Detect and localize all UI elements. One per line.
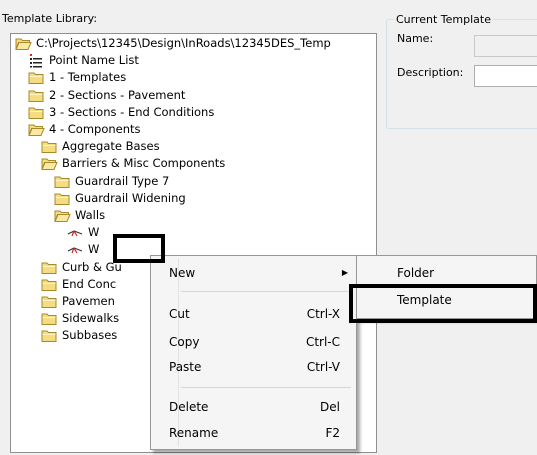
- template-icon: [66, 242, 84, 257]
- menu-item-copy-label: Copy: [169, 335, 200, 349]
- template-library-label: Template Library:: [2, 12, 98, 25]
- folder-icon: [27, 88, 45, 103]
- tree-item-label: Barriers & Misc Components: [62, 156, 226, 171]
- submenu-arrow-icon: ▶: [341, 268, 348, 277]
- folder-icon: [53, 174, 71, 189]
- tree-item[interactable]: Guardrail Type 7: [53, 173, 376, 190]
- menu-item-delete-shortcut: Del: [320, 400, 340, 414]
- tree-item[interactable]: 2 - Sections - Pavement: [27, 87, 367, 104]
- description-label: Description:: [397, 66, 464, 79]
- menu-item-cut-shortcut: Ctrl-X: [306, 307, 340, 321]
- menu-separator: [181, 291, 351, 292]
- menu-item-cut[interactable]: Cut Ctrl-X: [153, 301, 354, 327]
- tree-item-label: 1 - Templates: [49, 70, 127, 85]
- folder-icon: [53, 191, 71, 206]
- menu-item-paste-label: Paste: [169, 360, 202, 374]
- tree-item[interactable]: 3 - Sections - End Conditions: [27, 104, 367, 121]
- name-label: Name:: [397, 32, 434, 45]
- folder-icon: [27, 70, 45, 85]
- tree-item[interactable]: Walls: [53, 207, 376, 224]
- menu-item-paste[interactable]: Paste Ctrl-V: [153, 354, 354, 380]
- menu-item-delete[interactable]: Delete Del: [153, 394, 354, 420]
- tree-item-label: Subbases: [62, 328, 118, 343]
- folder-icon: [40, 311, 58, 326]
- menu-item-copy[interactable]: Copy Ctrl-C: [153, 329, 354, 355]
- folder-icon: [40, 260, 58, 275]
- name-field[interactable]: [474, 35, 537, 57]
- menu-item-rename[interactable]: Rename F2: [153, 420, 354, 446]
- tree-item[interactable]: Guardrail Widening: [53, 190, 376, 207]
- tree-item-label: 4 - Components: [49, 122, 141, 136]
- tree-item-label: Walls: [75, 208, 106, 222]
- menu-item-rename-shortcut: F2: [325, 426, 340, 440]
- tree-item[interactable]: Aggregate Bases: [40, 138, 376, 155]
- folder-icon: [40, 328, 58, 343]
- template-icon: [66, 225, 84, 240]
- tree-item-label: Guardrail Widening: [75, 190, 186, 205]
- tree-item-label: W: [88, 242, 100, 257]
- point-list-icon: [27, 53, 45, 68]
- tree-item-label: Guardrail Type 7: [75, 173, 170, 188]
- tree-item[interactable]: 4 - Components: [27, 121, 367, 138]
- tree-item-label: Sidewalks: [62, 311, 120, 326]
- description-field[interactable]: [474, 65, 537, 87]
- folder-open-icon: [53, 208, 71, 223]
- menu-item-new[interactable]: New ▶: [153, 260, 354, 286]
- tree-item[interactable]: Barriers & Misc Components: [40, 155, 376, 172]
- folder-icon: [40, 294, 58, 309]
- tree-item-label: Pavemen: [62, 294, 115, 308]
- folder-icon: [40, 277, 58, 292]
- tree-item[interactable]: C:\Projects\12345\Design\InRoads\12345DE…: [14, 35, 354, 52]
- submenu-item-folder-label: Folder: [397, 266, 435, 280]
- folder-open-icon: [40, 156, 58, 171]
- menu-separator: [181, 387, 351, 388]
- tree-item[interactable]: Point Name List: [27, 52, 367, 69]
- tree-item-label: 2 - Sections - Pavement: [49, 87, 186, 102]
- walls-highlight-box: [113, 234, 165, 263]
- folder-open-icon: [14, 36, 32, 51]
- tree-item[interactable]: 1 - Templates: [27, 69, 367, 86]
- tree-item-label: C:\Projects\12345\Design\InRoads\12345DE…: [36, 36, 331, 50]
- tree-item-label: Aggregate Bases: [62, 139, 160, 154]
- menu-item-new-label: New: [169, 266, 196, 280]
- menu-item-paste-shortcut: Ctrl-V: [306, 360, 340, 374]
- menu-item-copy-shortcut: Ctrl-C: [305, 335, 340, 349]
- tree-item-label: Point Name List: [49, 53, 139, 68]
- menu-item-rename-label: Rename: [169, 426, 219, 440]
- template-highlight-box: [349, 284, 537, 323]
- folder-icon: [40, 139, 58, 154]
- tree-item-label: W: [88, 225, 100, 240]
- submenu-item-folder[interactable]: Folder: [359, 260, 534, 286]
- folder-icon: [27, 105, 45, 120]
- tree-item-label: End Conc: [62, 276, 117, 291]
- menu-item-delete-label: Delete: [169, 400, 209, 414]
- tree-item-label: 3 - Sections - End Conditions: [49, 104, 215, 119]
- current-template-title: Current Template: [394, 13, 494, 26]
- menu-item-cut-label: Cut: [169, 307, 190, 321]
- folder-open-icon: [27, 122, 45, 137]
- context-menu: New ▶ Cut Ctrl-X Copy Ctrl-C Paste Ctrl-…: [150, 255, 357, 450]
